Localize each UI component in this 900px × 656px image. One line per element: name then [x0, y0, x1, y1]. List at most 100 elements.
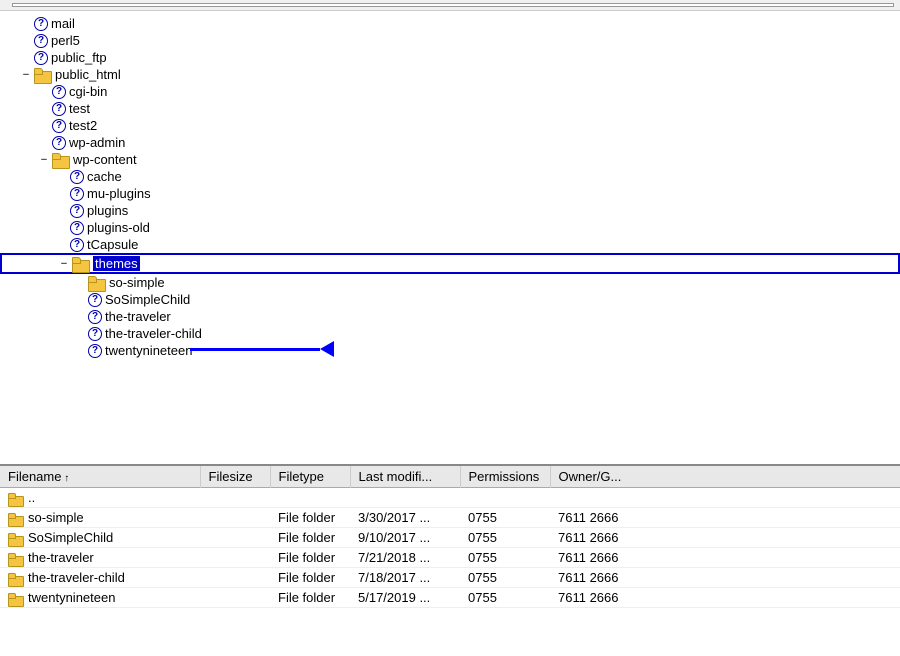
table-row[interactable]: ..: [0, 488, 900, 508]
question-mark-icon: ?: [70, 221, 84, 235]
tree-item-name: tCapsule: [87, 237, 138, 252]
cell-filetype: File folder: [270, 548, 350, 568]
question-mark-icon: ?: [34, 17, 48, 31]
tree-item-perl5[interactable]: ?perl5: [0, 32, 900, 49]
tree-item-name: public_html: [55, 67, 121, 82]
tree-item-name: test: [69, 101, 90, 116]
cell-permissions: [460, 488, 550, 508]
tree-item-wp-admin[interactable]: ?wp-admin: [0, 134, 900, 151]
cell-owner: 7611 2666: [550, 528, 900, 548]
cell-lastmodified: 5/17/2019 ...: [350, 588, 460, 608]
cell-permissions: 0755: [460, 548, 550, 568]
cell-filesize: [200, 488, 270, 508]
tree-item-name: cache: [87, 169, 122, 184]
question-mark-icon: ?: [88, 310, 102, 324]
cell-filetype: File folder: [270, 508, 350, 528]
tree-item-name: twentynineteen: [105, 343, 192, 358]
question-mark-icon: ?: [34, 34, 48, 48]
col-header-filename[interactable]: Filename ↑: [0, 466, 200, 488]
tree-item-test2[interactable]: ?test2: [0, 117, 900, 134]
folder-icon: [88, 276, 106, 290]
tree-item-tCapsule[interactable]: ?tCapsule: [0, 236, 900, 253]
tree-item-test[interactable]: ?test: [0, 100, 900, 117]
question-mark-icon: ?: [70, 204, 84, 218]
tree-item-wp-content[interactable]: − wp-content: [0, 151, 900, 168]
tree-item-cache[interactable]: ?cache: [0, 168, 900, 185]
table-row[interactable]: twentynineteenFile folder5/17/2019 ...07…: [0, 588, 900, 608]
col-header-permissions[interactable]: Permissions: [460, 466, 550, 488]
tree-item-mail[interactable]: ?mail: [0, 15, 900, 32]
tree-items-container: ?mail?perl5?public_ftp−public_html?cgi-b…: [0, 15, 900, 359]
expander[interactable]: −: [36, 154, 52, 166]
col-header-lastmodified[interactable]: Last modifi...: [350, 466, 460, 488]
expander[interactable]: −: [18, 69, 34, 81]
col-header-filesize[interactable]: Filesize: [200, 466, 270, 488]
question-mark-icon: ?: [52, 85, 66, 99]
cell-owner: 7611 2666: [550, 568, 900, 588]
cell-lastmodified: [350, 488, 460, 508]
question-mark-icon: ?: [70, 170, 84, 184]
tree-item-the-traveler-child[interactable]: ?the-traveler-child: [0, 325, 900, 342]
file-folder-icon: [8, 593, 24, 605]
tree-item-so-simple[interactable]: so-simple: [0, 274, 900, 291]
col-header-owner[interactable]: Owner/G...: [550, 466, 900, 488]
tree-item-themes[interactable]: −themes: [0, 253, 900, 274]
cell-permissions: 0755: [460, 528, 550, 548]
tree-item-name: plugins-old: [87, 220, 150, 235]
tree-item-twentynineteen[interactable]: ?twentynineteen: [0, 342, 900, 359]
question-mark-icon: ?: [88, 293, 102, 307]
cell-filetype: File folder: [270, 528, 350, 548]
table-row[interactable]: the-traveler File folder7/21/2018 ...0755…: [0, 548, 900, 568]
cell-owner: 7611 2666: [550, 508, 900, 528]
table-row[interactable]: so-simpleFile folder3/30/2017 ...0755761…: [0, 508, 900, 528]
folder-icon: [34, 68, 52, 82]
cell-lastmodified: 7/21/2018 ...: [350, 548, 460, 568]
cell-lastmodified: 9/10/2017 ...: [350, 528, 460, 548]
tree-item-the-traveler[interactable]: ?the-traveler: [0, 308, 900, 325]
file-folder-icon: [8, 513, 24, 525]
col-header-filetype[interactable]: Filetype: [270, 466, 350, 488]
tree-item-name: test2: [69, 118, 97, 133]
sort-arrow: ↑: [61, 473, 69, 484]
tree-item-name: wp-content: [73, 152, 137, 167]
cell-filesize: [200, 548, 270, 568]
tree-item-name: mu-plugins: [87, 186, 151, 201]
tree-item-public_ftp[interactable]: ?public_ftp: [0, 49, 900, 66]
question-mark-icon: ?: [70, 238, 84, 252]
cell-owner: [550, 488, 900, 508]
cell-permissions: 0755: [460, 588, 550, 608]
cell-permissions: 0755: [460, 568, 550, 588]
cell-filename: the-traveler: [0, 548, 200, 568]
expander[interactable]: −: [56, 258, 72, 270]
tree-item-name: cgi-bin: [69, 84, 107, 99]
file-folder-icon: [8, 493, 24, 505]
tree-pane[interactable]: ?mail?perl5?public_ftp−public_html?cgi-b…: [0, 11, 900, 466]
tree-item-name: plugins: [87, 203, 128, 218]
remote-bar: [0, 0, 900, 11]
remote-bar-path[interactable]: [12, 3, 894, 7]
tree-item-plugins[interactable]: ?plugins: [0, 202, 900, 219]
file-table-header-row: Filename ↑FilesizeFiletypeLast modifi...…: [0, 466, 900, 488]
question-mark-icon: ?: [52, 119, 66, 133]
table-row[interactable]: SoSimpleChild File folder9/10/2017 ...075…: [0, 528, 900, 548]
question-mark-icon: ?: [52, 102, 66, 116]
tree-item-cgi-bin[interactable]: ?cgi-bin: [0, 83, 900, 100]
cell-filename: twentynineteen: [0, 588, 200, 608]
tree-item-name: so-simple: [109, 275, 165, 290]
tree-item-name: wp-admin: [69, 135, 125, 150]
question-mark-icon: ?: [34, 51, 48, 65]
cell-filesize: [200, 588, 270, 608]
cell-owner: 7611 2666: [550, 548, 900, 568]
cell-filetype: File folder: [270, 568, 350, 588]
question-mark-icon: ?: [70, 187, 84, 201]
cell-filetype: [270, 488, 350, 508]
tree-item-public_html[interactable]: − public_html: [0, 66, 900, 83]
tree-item-SoSimpleChild[interactable]: ?SoSimpleChild: [0, 291, 900, 308]
table-row[interactable]: the-traveler-child File folder7/18/2017 .…: [0, 568, 900, 588]
tree-item-plugins-old[interactable]: ?plugins-old: [0, 219, 900, 236]
cell-filename: the-traveler-child: [0, 568, 200, 588]
folder-icon: [52, 153, 70, 167]
cell-filename: SoSimpleChild: [0, 528, 200, 548]
tree-item-mu-plugins[interactable]: ?mu-plugins: [0, 185, 900, 202]
cell-lastmodified: 7/18/2017 ...: [350, 568, 460, 588]
